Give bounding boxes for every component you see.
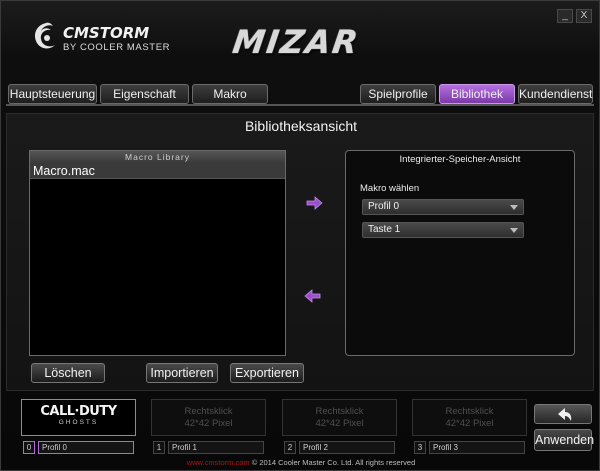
- tab-eigenschaft[interactable]: Eigenschaft: [100, 84, 189, 104]
- page-title: Bibliotheksansicht: [244, 118, 358, 134]
- copyright-text: © 2014 Cooler Master Co. Ltd. All rights…: [251, 458, 416, 467]
- slot-action-label: Rechtsklick: [445, 406, 494, 417]
- arrow-right-icon[interactable]: [305, 196, 323, 210]
- slot-size-label: 42*42 Pixel: [445, 418, 494, 429]
- profile-name-2[interactable]: Profil 2: [299, 441, 395, 454]
- game-logo-line1: CALL·DUTY: [40, 404, 117, 419]
- apply-button[interactable]: Anwenden: [534, 429, 594, 451]
- slot-size-label: 42*42 Pixel: [315, 418, 364, 429]
- footer: www.cmstorm.com © 2014 Cooler Master Co.…: [1, 458, 600, 467]
- macro-library-list[interactable]: Macro Library Macro.mac: [29, 150, 286, 356]
- tab-bibliothek[interactable]: Bibliothek: [439, 84, 515, 104]
- brand-logo: CMSTORM BY COOLER MASTER: [31, 21, 171, 61]
- slot-action-label: Rechtsklick: [315, 406, 364, 417]
- key-select[interactable]: Taste 1: [362, 222, 524, 238]
- tab-spielprofile[interactable]: Spielprofile: [360, 84, 436, 104]
- close-button[interactable]: X: [576, 9, 592, 23]
- chevron-down-icon: [510, 205, 518, 210]
- arrow-left-icon[interactable]: [304, 289, 322, 303]
- tab-kundendienst[interactable]: Kundendienst: [518, 84, 593, 104]
- slot-size-label: 42*42 Pixel: [184, 418, 233, 429]
- profile-slot-3[interactable]: Rechtsklick 42*42 Pixel: [412, 399, 527, 436]
- website-link[interactable]: www.cmstorm.com: [187, 458, 250, 467]
- profile-number-2: 2: [284, 441, 296, 454]
- list-item[interactable]: Macro.mac: [30, 163, 285, 179]
- key-select-value: Taste 1: [368, 224, 401, 235]
- profile-number-3: 3: [414, 441, 426, 454]
- profile-name-1[interactable]: Profil 1: [168, 441, 264, 454]
- tab-divider: [6, 104, 594, 112]
- game-logo-line2: GHOSTS: [58, 419, 99, 426]
- tab-makro[interactable]: Makro: [192, 84, 268, 104]
- profile-select-value: Profil 0: [368, 201, 400, 212]
- profile-number-1: 1: [153, 441, 165, 454]
- profile-slot-0[interactable]: CALL·DUTY GHOSTS: [21, 399, 136, 436]
- profile-name-0[interactable]: Profil 0: [38, 441, 134, 454]
- storm-swirl-icon: [35, 22, 55, 49]
- profile-slot-2[interactable]: Rechtsklick 42*42 Pixel: [282, 399, 397, 436]
- product-title: MIZAR: [230, 23, 363, 61]
- logo-text: CMSTORM: [63, 24, 150, 42]
- profile-slot-1[interactable]: Rechtsklick 42*42 Pixel: [151, 399, 266, 436]
- macro-library-header: Macro Library: [30, 151, 285, 163]
- onboard-memory-panel: Integrierter-Speicher-Ansicht Makro wähl…: [345, 150, 575, 356]
- profile-select[interactable]: Profil 0: [362, 199, 524, 215]
- undo-arrow-icon: [558, 408, 572, 421]
- undo-button[interactable]: [534, 404, 592, 424]
- import-button[interactable]: Importieren: [146, 363, 218, 383]
- chevron-down-icon: [510, 228, 518, 233]
- minimize-button[interactable]: _: [557, 9, 573, 23]
- tab-hauptsteuerung[interactable]: Hauptsteuerung: [8, 84, 97, 104]
- slot-action-label: Rechtsklick: [184, 406, 233, 417]
- memory-panel-title: Integrierter-Speicher-Ansicht: [399, 154, 521, 165]
- export-button[interactable]: Exportieren: [230, 363, 304, 383]
- profile-name-3[interactable]: Profil 3: [429, 441, 525, 454]
- delete-button[interactable]: Löschen: [31, 363, 105, 383]
- select-macro-label: Makro wählen: [360, 183, 420, 194]
- logo-subtitle: BY COOLER MASTER: [63, 42, 171, 53]
- profile-number-0: 0: [23, 441, 35, 454]
- app-window: _ X CMSTORM BY COOLER MASTER MIZAR Haupt…: [0, 0, 600, 471]
